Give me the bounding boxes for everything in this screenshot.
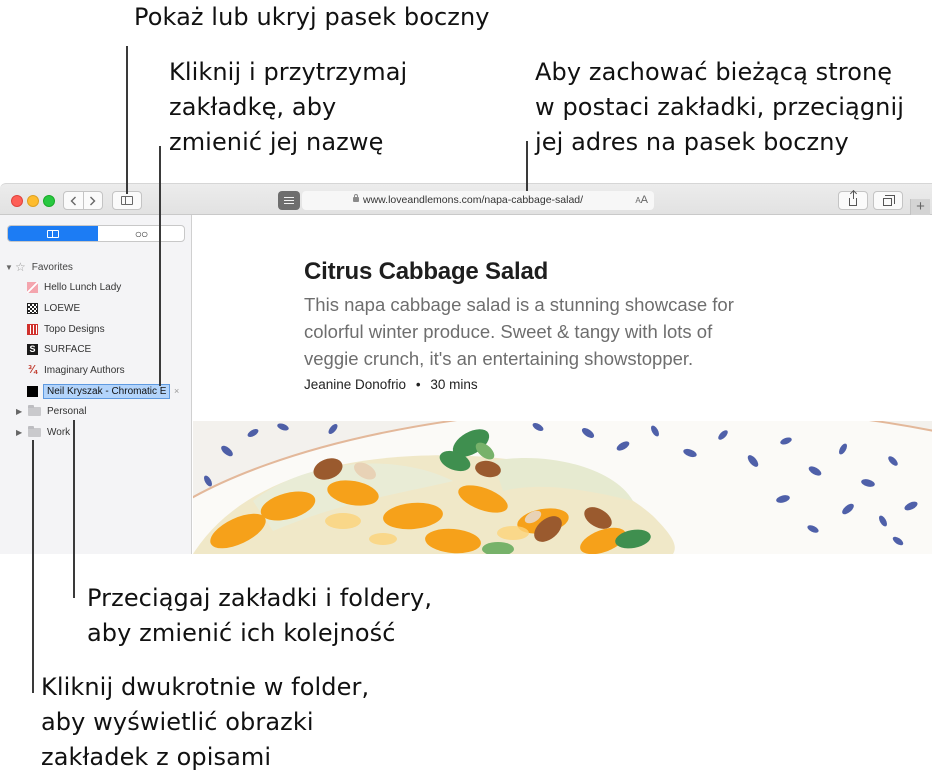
tabs-icon — [882, 195, 895, 206]
reader-icon-line — [284, 200, 294, 201]
callout-sidebar-toggle: Pokaż lub ukryj pasek boczny — [134, 0, 490, 35]
callout-line: aby wyświetlić obrazki — [41, 708, 314, 736]
folder-work[interactable]: ▶ Work — [16, 422, 70, 442]
folder-icon — [28, 404, 41, 416]
loewe-favicon-icon — [27, 302, 38, 314]
navigation-buttons — [63, 191, 103, 210]
salad-illustration — [193, 421, 932, 554]
reading-list-tab[interactable]: ○○ — [98, 226, 184, 241]
topo-designs-favicon-icon — [27, 323, 38, 335]
folder-icon — [28, 425, 41, 437]
disclosure-down-icon[interactable]: ▼ — [5, 263, 13, 272]
zoom-window-button[interactable] — [43, 195, 55, 207]
show-all-tabs-button[interactable] — [873, 191, 903, 210]
bookmark-label: Topo Designs — [44, 323, 105, 335]
bookmark-item[interactable]: ¾ Imaginary Authors — [27, 360, 125, 380]
bookmark-label: LOEWE — [44, 302, 81, 314]
bookmark-rename-field[interactable]: Neil Kryszak - Chromatic E — [43, 383, 170, 399]
neil-kryszak-favicon-icon — [27, 385, 38, 397]
folder-label: Personal — [47, 405, 87, 417]
description-line: veggie crunch, it's an entertaining show… — [304, 348, 694, 369]
description-line: This napa cabbage salad is a stunning sh… — [304, 294, 734, 315]
callout-folder: Kliknij dwukrotnie w folder, aby wyświet… — [41, 670, 369, 775]
address-bar[interactable]: www.loveandlemons.com/napa-cabbage-salad… — [302, 191, 654, 210]
description-line: colorful winter produce. Sweet & tangy w… — [304, 321, 713, 342]
favorites-folder[interactable]: ▼ ☆ Favorites — [5, 257, 73, 277]
callout-save-page: Aby zachować bieżącą stronę w postaci za… — [535, 55, 904, 160]
lock-icon — [353, 194, 359, 202]
author-name: Jeanine Donofrio — [304, 377, 407, 392]
folder-label: Work — [47, 426, 71, 438]
safari-window: www.loveandlemons.com/napa-cabbage-salad… — [0, 183, 932, 554]
reader-icon-line — [284, 197, 294, 198]
share-icon — [849, 191, 857, 206]
callout-line: Kliknij i przytrzymaj — [169, 58, 408, 86]
callout-line: Przeciągaj zakładki i foldery, — [87, 584, 433, 612]
chevron-left-icon — [70, 196, 76, 205]
disclosure-right-icon[interactable]: ▶ — [16, 428, 24, 437]
share-button[interactable] — [838, 191, 868, 210]
bookmark-item-editing[interactable]: Neil Kryszak - Chromatic E × — [27, 381, 179, 401]
star-icon: ☆ — [15, 260, 26, 274]
web-content: Citrus Cabbage Salad This napa cabbage s… — [193, 215, 932, 554]
bookmark-label: Imaginary Authors — [44, 364, 125, 376]
reader-view-button[interactable] — [278, 191, 300, 210]
forward-button[interactable] — [82, 192, 102, 209]
text-size-large: A — [640, 194, 648, 206]
leader-line-reorder — [73, 420, 75, 598]
bookmark-item[interactable]: Hello Lunch Lady — [27, 277, 121, 297]
chevron-right-icon — [90, 196, 96, 205]
folder-personal[interactable]: ▶ Personal — [16, 401, 86, 421]
leader-line-save-page — [526, 141, 528, 191]
bookmark-item[interactable]: Topo Designs — [27, 319, 105, 339]
back-button[interactable] — [64, 192, 83, 209]
book-icon — [47, 229, 59, 238]
callout-line: Pokaż lub ukryj pasek boczny — [134, 3, 490, 31]
new-tab-button[interactable]: + — [910, 199, 930, 216]
reader-icon-line — [284, 203, 294, 204]
minimize-window-button[interactable] — [27, 195, 39, 207]
byline: Jeanine Donofrio • 30 mins — [304, 377, 478, 392]
bookmark-item[interactable]: S SURFACE — [27, 339, 91, 359]
byline-separator: • — [415, 377, 421, 392]
leader-line-folder — [32, 440, 34, 693]
disclosure-right-icon[interactable]: ▶ — [16, 407, 24, 416]
callout-rename: Kliknij i przytrzymaj zakładkę, aby zmie… — [169, 55, 407, 160]
bookmark-label: SURFACE — [44, 343, 92, 355]
callout-line: Kliknij dwukrotnie w folder, — [41, 673, 370, 701]
callout-line: zakładkę, aby — [169, 93, 337, 121]
sidebar-icon — [121, 196, 133, 205]
toolbar: www.loveandlemons.com/napa-cabbage-salad… — [0, 183, 932, 216]
callout-line: jej adres na pasek boczny — [535, 128, 849, 156]
url-text[interactable]: www.loveandlemons.com/napa-cabbage-salad… — [363, 194, 583, 206]
close-window-button[interactable] — [11, 195, 23, 207]
hello-lunch-lady-favicon-icon — [27, 281, 38, 293]
text-size-button[interactable]: AA — [635, 194, 648, 206]
article-title: Citrus Cabbage Salad — [304, 258, 549, 285]
imaginary-authors-favicon-icon: ¾ — [27, 363, 38, 376]
surface-favicon-icon: S — [27, 343, 38, 355]
callout-line: aby zmienić ich kolejność — [87, 619, 396, 647]
leader-line-rename — [159, 146, 161, 386]
callout-line: w postaci zakładki, przeciągnij — [535, 93, 904, 121]
callout-reorder: Przeciągaj zakładki i foldery, aby zmien… — [87, 581, 432, 651]
leader-line-sidebar-toggle — [126, 46, 128, 194]
bookmark-label: Hello Lunch Lady — [44, 281, 122, 293]
bookmark-item[interactable]: LOEWE — [27, 298, 80, 318]
clear-icon[interactable]: × — [174, 386, 179, 396]
callout-line: zmienić jej nazwę — [169, 128, 384, 156]
favorites-label: Favorites — [31, 261, 73, 273]
glasses-icon: ○○ — [134, 226, 148, 241]
sidebar: ○○ ▼ ☆ Favorites Hello Lunch Lady LOEWE … — [0, 215, 192, 554]
cook-time: 30 mins — [430, 377, 478, 392]
article-description: This napa cabbage salad is a stunning sh… — [304, 291, 804, 372]
callout-line: Aby zachować bieżącą stronę — [535, 58, 893, 86]
hero-salad-image — [193, 421, 932, 554]
bookmarks-tab[interactable] — [8, 226, 98, 241]
callout-line: zakładek z opisami — [41, 743, 272, 771]
